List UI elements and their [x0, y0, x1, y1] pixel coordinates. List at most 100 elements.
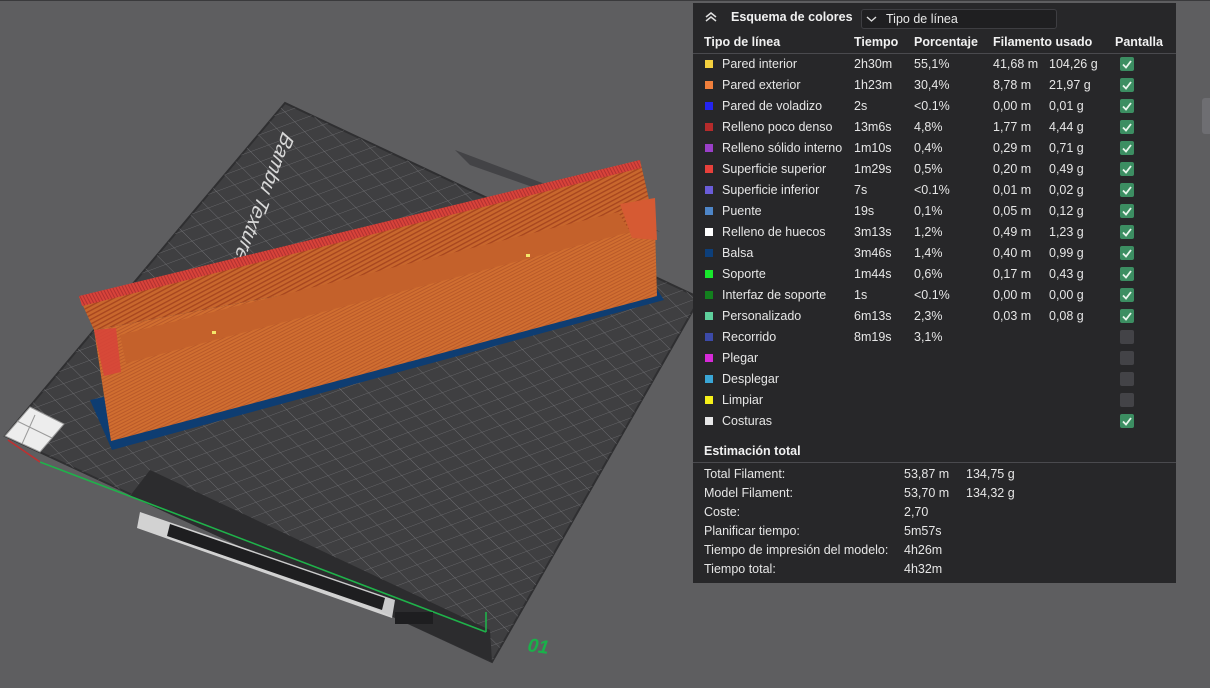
column-header-display: Pantalla — [1115, 35, 1163, 49]
line-type-filament-weight: 0,71 g — [1049, 141, 1084, 155]
legend-row: Superficie inferior 7s <0.1% 0,01 m 0,02 g — [693, 180, 1176, 201]
checkmark-icon — [1122, 312, 1132, 321]
line-type-percent: 0,5% — [914, 162, 943, 176]
checkmark-icon — [1122, 417, 1132, 426]
line-type-name: Recorrido — [722, 330, 777, 344]
color-swatch — [705, 60, 713, 68]
legend-row: Plegar — [693, 348, 1176, 369]
display-checkbox[interactable] — [1120, 78, 1134, 92]
line-type-name: Personalizado — [722, 309, 802, 323]
line-type-filament-length: 0,49 m — [993, 225, 1032, 239]
line-type-percent: <0.1% — [914, 288, 950, 302]
line-type-filament-weight: 0,49 g — [1049, 162, 1084, 176]
display-checkbox[interactable] — [1120, 330, 1134, 344]
line-type-time: 8m19s — [854, 330, 892, 344]
line-type-name: Desplegar — [722, 372, 779, 386]
line-type-name: Balsa — [722, 246, 754, 260]
checkmark-icon — [1122, 81, 1132, 90]
total-label: Coste: — [704, 505, 741, 519]
line-type-filament-length: 8,78 m — [993, 78, 1032, 92]
total-row: Tiempo de impresión del modelo: 4h26m — [693, 541, 1176, 560]
line-type-name: Interfaz de soporte — [722, 288, 827, 302]
line-type-time: 6m13s — [854, 309, 892, 323]
line-type-filament-length: 0,00 m — [993, 288, 1032, 302]
line-type-name: Limpiar — [722, 393, 763, 407]
legend-row: Pared de voladizo 2s <0.1% 0,00 m 0,01 g — [693, 96, 1176, 117]
display-checkbox[interactable] — [1120, 204, 1134, 218]
display-checkbox[interactable] — [1120, 372, 1134, 386]
checkmark-icon — [1122, 249, 1132, 258]
display-checkbox[interactable] — [1120, 57, 1134, 71]
display-checkbox[interactable] — [1120, 309, 1134, 323]
total-row: Model Filament: 53,70 m 134,32 g — [693, 484, 1176, 503]
legend-row: Soporte 1m44s 0,6% 0,17 m 0,43 g — [693, 264, 1176, 285]
line-type-filament-weight: 0,02 g — [1049, 183, 1084, 197]
line-type-time: 1m44s — [854, 267, 892, 281]
line-type-time: 19s — [854, 204, 875, 218]
total-label: Total Filament: — [704, 467, 786, 481]
line-type-percent: 55,1% — [914, 57, 950, 71]
line-type-filament-weight: 0,00 g — [1049, 288, 1084, 302]
legend-row: Recorrido 8m19s 3,1% — [693, 327, 1176, 348]
color-swatch — [705, 228, 713, 236]
line-type-name: Relleno sólido interno — [722, 141, 843, 155]
legend-row: Interfaz de soporte 1s <0.1% 0,00 m 0,00 g — [693, 285, 1176, 306]
color-swatch — [705, 249, 713, 257]
line-type-filament-weight: 0,01 g — [1049, 99, 1084, 113]
color-scheme-selected: Tipo de línea — [886, 12, 958, 26]
legend-row: Costuras — [693, 411, 1176, 432]
legend-row: Limpiar — [693, 390, 1176, 411]
display-checkbox[interactable] — [1120, 99, 1134, 113]
line-type-name: Pared de voladizo — [722, 99, 823, 113]
display-checkbox[interactable] — [1120, 183, 1134, 197]
line-type-time: 1h23m — [854, 78, 893, 92]
display-checkbox[interactable] — [1120, 141, 1134, 155]
line-type-filament-weight: 0,43 g — [1049, 267, 1084, 281]
display-checkbox[interactable] — [1120, 246, 1134, 260]
total-divider — [693, 462, 1176, 463]
collapse-chevron-icon[interactable] — [704, 11, 718, 23]
line-type-time: 7s — [854, 183, 868, 197]
total-label: Model Filament: — [704, 486, 793, 500]
color-swatch — [705, 375, 713, 383]
column-header-filament: Filamento usado — [993, 35, 1093, 49]
display-checkbox[interactable] — [1120, 414, 1134, 428]
total-row: Planificar tiempo: 5m57s — [693, 522, 1176, 541]
column-header-time: Tiempo — [854, 35, 899, 49]
line-type-percent: 0,4% — [914, 141, 943, 155]
checkmark-icon — [1122, 228, 1132, 237]
line-type-filament-length: 1,77 m — [993, 120, 1032, 134]
display-checkbox[interactable] — [1120, 288, 1134, 302]
display-checkbox[interactable] — [1120, 393, 1134, 407]
display-checkbox[interactable] — [1120, 225, 1134, 239]
display-checkbox[interactable] — [1120, 120, 1134, 134]
line-type-time: 1m29s — [854, 162, 892, 176]
line-type-percent: 3,1% — [914, 330, 943, 344]
display-checkbox[interactable] — [1120, 267, 1134, 281]
checkmark-icon — [1122, 186, 1132, 195]
checkmark-icon — [1122, 291, 1132, 300]
line-type-name: Pared exterior — [722, 78, 801, 92]
color-swatch — [705, 81, 713, 89]
color-swatch — [705, 333, 713, 341]
display-checkbox[interactable] — [1120, 162, 1134, 176]
color-scheme-dropdown[interactable]: Tipo de línea — [861, 9, 1057, 29]
color-swatch — [705, 417, 713, 425]
line-type-percent: 1,4% — [914, 246, 943, 260]
line-type-percent: 0,6% — [914, 267, 943, 281]
line-type-time: 1m10s — [854, 141, 892, 155]
line-type-time: 3m13s — [854, 225, 892, 239]
line-type-filament-length: 0,20 m — [993, 162, 1032, 176]
total-label: Tiempo de impresión del modelo: — [704, 543, 889, 557]
side-panel-tab[interactable] — [1202, 98, 1210, 134]
line-type-filament-length: 0,03 m — [993, 309, 1032, 323]
line-type-name: Costuras — [722, 414, 773, 428]
total-label: Tiempo total: — [704, 562, 776, 576]
line-type-filament-weight: 0,99 g — [1049, 246, 1084, 260]
total-value-secondary: 134,75 g — [966, 467, 1015, 481]
line-type-name: Relleno de huecos — [722, 225, 826, 239]
display-checkbox[interactable] — [1120, 351, 1134, 365]
legend-row: Desplegar — [693, 369, 1176, 390]
total-label: Planificar tiempo: — [704, 524, 800, 538]
line-type-filament-weight: 4,44 g — [1049, 120, 1084, 134]
